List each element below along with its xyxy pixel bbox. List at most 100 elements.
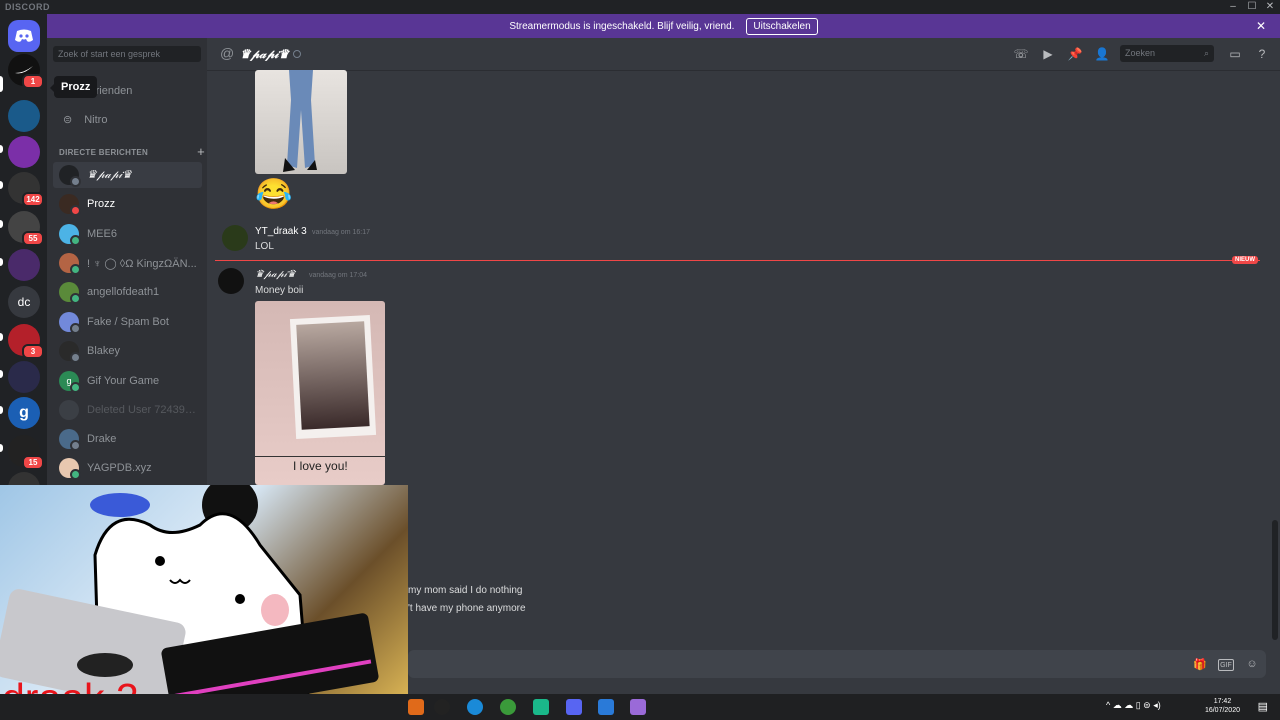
call-icon[interactable]: ☏ — [1013, 46, 1029, 62]
unread-indicator — [0, 145, 3, 153]
chrome-icon[interactable] — [500, 699, 516, 715]
message-image[interactable]: I love you! — [255, 301, 385, 485]
discord-home-icon[interactable] — [8, 20, 40, 52]
image-caption: I love you! — [293, 459, 348, 473]
dm-item[interactable]: ♛𝓅𝒶𝓅𝒾♛ — [53, 162, 202, 188]
unread-indicator — [0, 370, 3, 378]
message-image[interactable] — [255, 70, 347, 174]
system-tray-icons[interactable]: ^ ☁ ☁ ▯ ⊜ ◂) — [1106, 700, 1161, 711]
message-text: LOL — [255, 241, 274, 252]
nitro-icon: ⊜ — [63, 114, 73, 126]
minimize-button[interactable]: – — [1224, 0, 1242, 14]
selected-indicator — [0, 76, 3, 92]
unread-indicator — [0, 444, 3, 452]
dm-item[interactable]: MEE6 — [53, 221, 202, 247]
server-icon-dc[interactable]: dc — [8, 286, 40, 318]
dm-item[interactable]: YAGPDB.xyz — [53, 455, 202, 481]
dm-name: Prozz — [87, 198, 116, 210]
edge-icon[interactable] — [467, 699, 483, 715]
scrollbar[interactable] — [1272, 70, 1278, 645]
dm-name: Deleted User 724393... — [87, 404, 197, 416]
dm-name: Fake / Spam Bot — [87, 316, 169, 328]
gif-icon[interactable]: GIF — [1218, 659, 1234, 671]
taskbar-app-icon[interactable] — [408, 699, 424, 715]
streamer-mode-banner: Streamermodus is ingeschakeld. Blijf vei… — [47, 14, 1280, 38]
server-icon[interactable] — [8, 249, 40, 281]
dm-item[interactable]: angellofdeath1 — [53, 279, 202, 305]
server-icon[interactable]: 55 — [8, 211, 44, 246]
message-input[interactable]: 🎁 GIF ☺ — [408, 650, 1266, 678]
at-icon: @ — [220, 45, 235, 61]
server-icon[interactable] — [8, 100, 40, 132]
dm-item[interactable]: Deleted User 724393... — [53, 397, 202, 423]
dm-item[interactable]: Blakey — [53, 338, 202, 364]
dm-item[interactable]: Drake — [53, 426, 202, 452]
title-bar: DISCORD – ☐ ✕ — [0, 0, 1280, 14]
add-user-icon[interactable]: 👤 — [1094, 46, 1110, 62]
gift-icon[interactable]: 🎁 — [1192, 656, 1208, 672]
video-icon[interactable]: ▶ — [1040, 46, 1056, 62]
avatar — [59, 165, 81, 187]
banner-text: Streamermodus is ingeschakeld. Blijf vei… — [509, 20, 735, 32]
clock-date: 16/07/2020 — [1204, 707, 1240, 714]
dm-item[interactable]: Fake / Spam Bot — [53, 309, 202, 335]
message-username[interactable]: ♛𝓅𝒶𝓅𝒾♛ — [255, 269, 296, 280]
discord-taskbar-icon[interactable] — [566, 699, 582, 715]
maximize-button[interactable]: ☐ — [1243, 0, 1261, 14]
message-timestamp: vandaag om 17:04 — [309, 272, 367, 279]
emoji-icon[interactable]: ☺ — [1244, 656, 1260, 672]
dm-name: Gif Your Game — [87, 375, 160, 387]
server-icon[interactable]: 142 — [8, 172, 44, 207]
dm-item[interactable]: g Gif Your Game — [53, 368, 202, 394]
mention-badge: 55 — [22, 231, 44, 246]
avatar — [59, 253, 81, 275]
status-online — [70, 235, 81, 246]
avatar[interactable] — [222, 225, 248, 251]
avatar — [59, 194, 81, 216]
dm-name: ! ♆ ◯ ◊Ω KingzΩÄN... — [87, 257, 197, 270]
server-icon[interactable] — [8, 136, 40, 168]
unread-indicator — [0, 406, 3, 414]
avatar: g — [59, 371, 81, 393]
status-online — [70, 293, 81, 304]
help-icon[interactable]: ? — [1254, 46, 1270, 62]
pin-icon[interactable]: 📌 — [1067, 46, 1083, 62]
unread-indicator — [0, 181, 3, 189]
mention-badge: 1 — [22, 74, 44, 89]
taskbar-app-icon[interactable] — [630, 699, 646, 715]
disable-streamer-mode-button[interactable]: Uitschakelen — [746, 17, 818, 35]
dm-item[interactable]: Prozz — [53, 191, 202, 217]
scroll-thumb[interactable] — [1272, 520, 1278, 640]
server-icon[interactable]: 15 — [8, 435, 44, 470]
status-offline — [70, 440, 81, 451]
close-button[interactable]: ✕ — [1261, 0, 1279, 14]
notification-icon[interactable]: ▤ — [1258, 700, 1268, 713]
server-icon[interactable]: 1 — [8, 54, 44, 89]
server-icon[interactable]: 3 — [8, 324, 44, 359]
create-dm-icon[interactable]: + — [197, 144, 205, 159]
clock-time: 17:42 — [1213, 698, 1232, 705]
new-badge: NIEUW — [1232, 256, 1258, 264]
server-icon[interactable] — [8, 361, 40, 393]
taskbar-app-icon[interactable] — [533, 699, 549, 715]
photos-icon[interactable] — [598, 699, 614, 715]
search-input[interactable]: Zoeken ⌕ — [1120, 45, 1214, 62]
close-icon[interactable]: ✕ — [1256, 19, 1266, 33]
nitro-nav-item[interactable]: ⊜ Nitro — [63, 113, 107, 127]
avatar — [59, 429, 81, 451]
taskbar-app-icon[interactable] — [434, 699, 450, 715]
avatar[interactable] — [218, 268, 244, 294]
clock[interactable]: 17:42 16/07/2020 — [1205, 697, 1240, 715]
dm-item[interactable]: ! ♆ ◯ ◊Ω KingzΩÄN... — [53, 250, 202, 276]
message-text: 't have my phone anymore — [408, 603, 526, 614]
unread-indicator — [0, 333, 3, 341]
dm-search-input[interactable]: Zoek of start een gesprek — [53, 46, 201, 62]
avatar — [59, 458, 81, 480]
message-timestamp: vandaag om 16:17 — [312, 229, 370, 236]
inbox-icon[interactable]: ▭ — [1227, 46, 1243, 62]
server-tooltip: Prozz — [49, 76, 98, 98]
message-username[interactable]: YT_draak 3 — [255, 226, 307, 237]
mention-badge: 3 — [22, 344, 44, 359]
server-icon[interactable]: g — [8, 397, 40, 429]
mention-badge: 15 — [22, 455, 44, 470]
